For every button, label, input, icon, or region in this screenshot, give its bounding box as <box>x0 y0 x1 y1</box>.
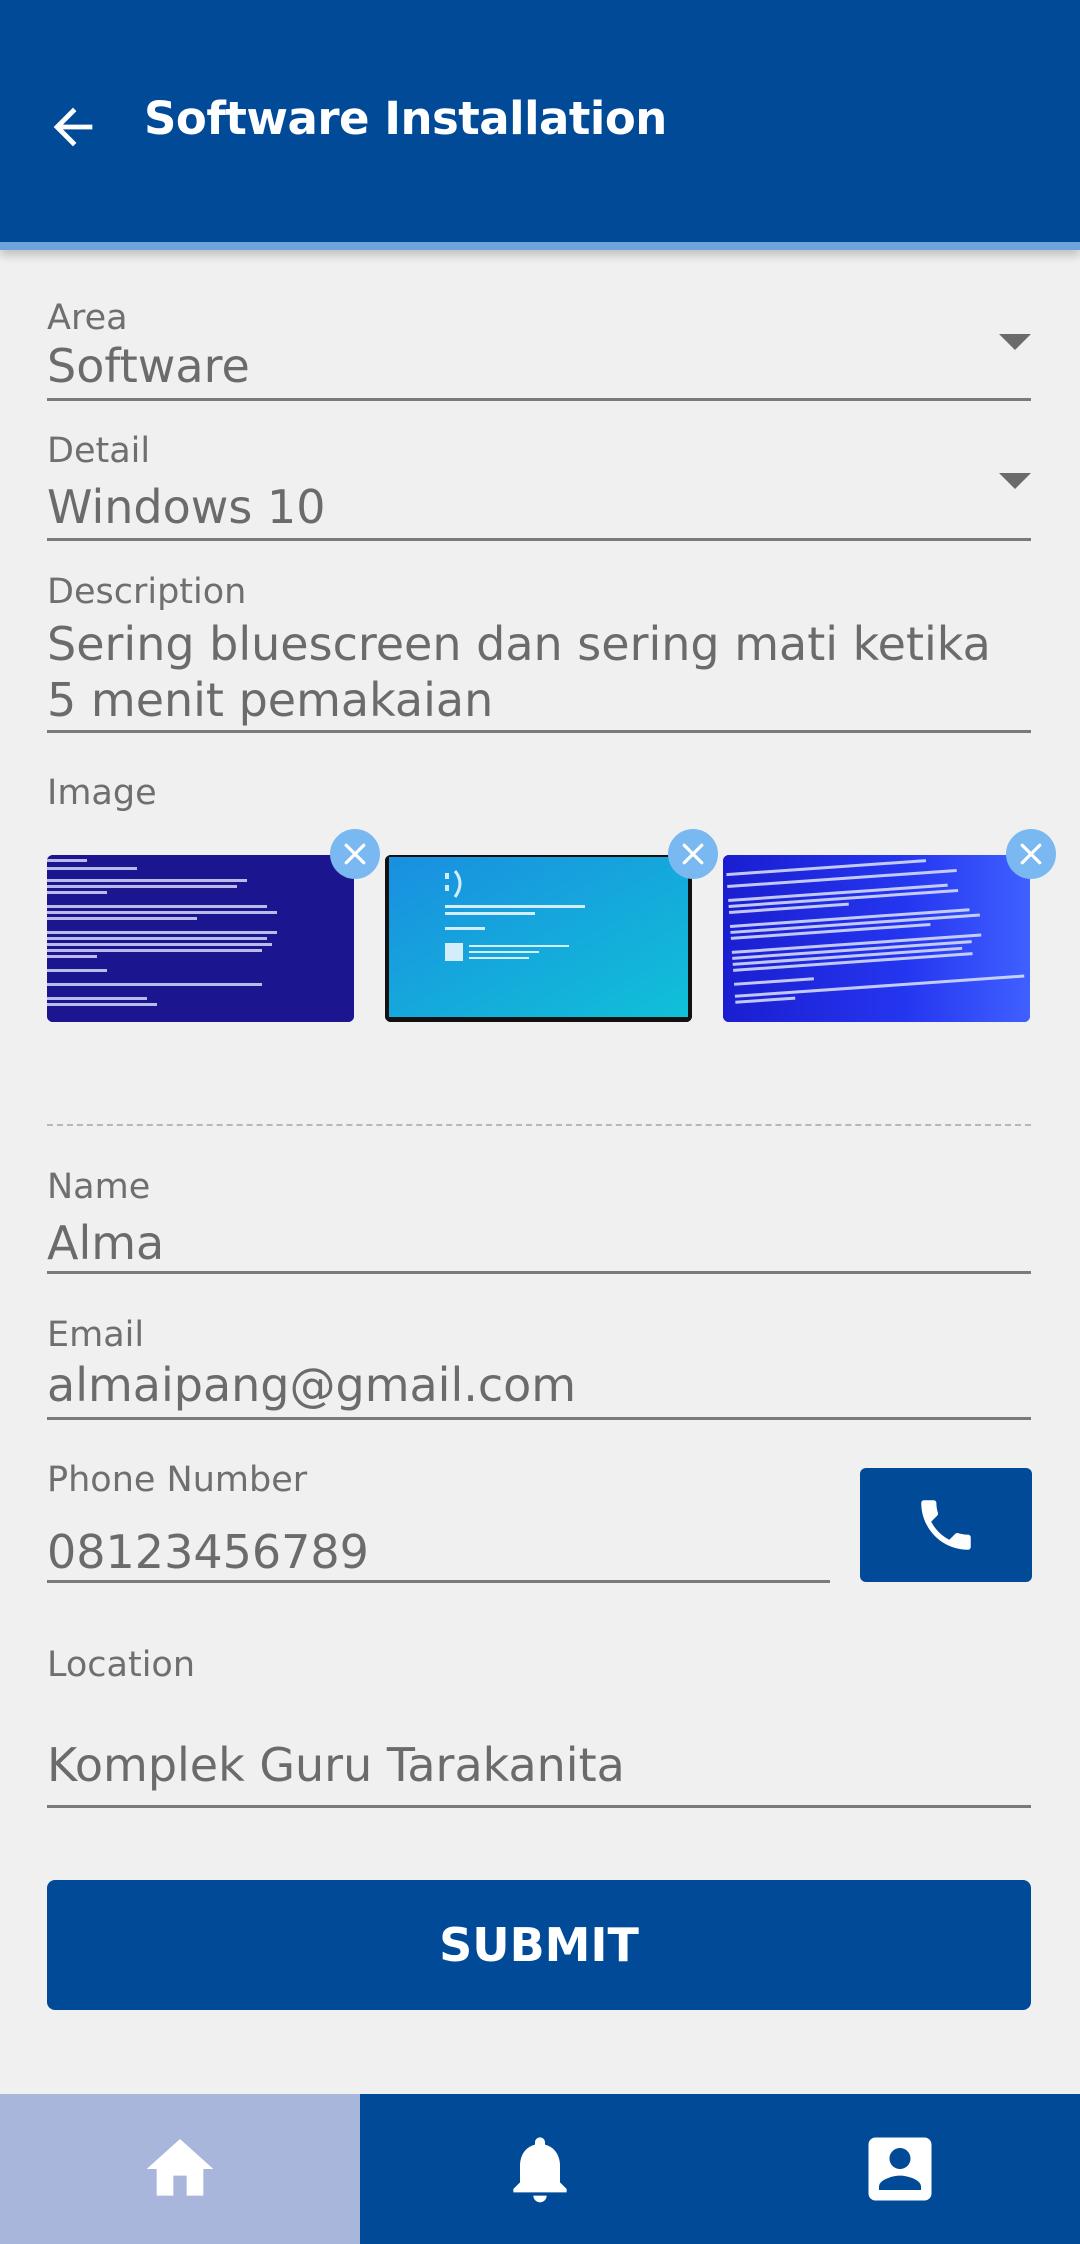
location-field[interactable]: Location Komplek Guru Tarakanita <box>47 1645 1031 1809</box>
location-underline <box>47 1805 1031 1808</box>
phone-underline <box>47 1580 830 1583</box>
email-label: Email <box>47 1315 145 1355</box>
email-underline <box>47 1417 1031 1420</box>
name-field[interactable]: Name Alma <box>47 1167 1031 1275</box>
home-icon <box>146 2139 214 2196</box>
detail-value: Windows 10 <box>47 480 326 534</box>
phone-icon <box>921 1500 971 1550</box>
remove-image-1-button[interactable] <box>330 829 380 879</box>
email-field[interactable]: Email almaipang@gmail.com <box>47 1315 1031 1421</box>
screenshot-thumbnail-2[interactable] <box>385 855 692 1022</box>
description-underline <box>47 730 1031 733</box>
screenshot-thumbnail-1[interactable] <box>47 855 354 1022</box>
phone-label: Phone Number <box>47 1460 308 1500</box>
submit-button[interactable]: SUBMIT <box>47 1880 1031 2010</box>
detail-dropdown[interactable]: Detail Windows 10 <box>47 431 1031 541</box>
area-underline <box>47 398 1031 401</box>
email-value: almaipang@gmail.com <box>47 1358 577 1412</box>
phone-field[interactable]: Phone Number 08123456789 <box>47 1460 830 1584</box>
app-bar: Software Installation <box>0 0 1080 250</box>
arrow-left-icon <box>53 107 93 147</box>
name-label: Name <box>47 1167 151 1207</box>
nav-notifications[interactable] <box>360 2094 720 2244</box>
image-section: Image <box>47 773 1031 813</box>
close-icon <box>1020 843 1042 865</box>
detail-underline <box>47 538 1031 541</box>
location-label: Location <box>47 1645 196 1685</box>
close-icon <box>682 843 704 865</box>
nav-home[interactable] <box>0 2094 360 2244</box>
image-label: Image <box>47 773 157 813</box>
section-divider <box>47 1124 1031 1126</box>
bell-icon <box>513 2137 567 2203</box>
location-value: Komplek Guru Tarakanita <box>47 1738 625 1792</box>
account-box-icon <box>868 2137 932 2201</box>
dropdown-arrow-icon <box>999 334 1031 350</box>
back-button[interactable] <box>44 98 102 156</box>
description-label: Description <box>47 572 247 612</box>
detail-label: Detail <box>47 431 151 471</box>
screenshot-thumbnail-3[interactable] <box>723 855 1030 1022</box>
name-value: Alma <box>47 1216 165 1270</box>
description-line-2: 5 menit pemakaian <box>47 673 494 727</box>
phone-value: 08123456789 <box>47 1525 369 1579</box>
nav-profile[interactable] <box>720 2094 1080 2244</box>
area-value: Software <box>47 339 250 393</box>
name-underline <box>47 1271 1031 1274</box>
page-title: Software Installation <box>144 92 667 145</box>
area-label: Area <box>47 298 128 338</box>
close-icon <box>344 843 366 865</box>
description-line-1: Sering bluescreen dan sering mati ketika <box>47 617 991 671</box>
bottom-navigation <box>0 2094 1080 2244</box>
area-dropdown[interactable]: Area Software <box>47 298 1031 402</box>
remove-image-3-button[interactable] <box>1006 829 1056 879</box>
call-button[interactable] <box>860 1468 1032 1582</box>
remove-image-2-button[interactable] <box>668 829 718 879</box>
description-field[interactable]: Description Sering bluescreen dan sering… <box>47 572 1031 736</box>
dropdown-arrow-icon <box>999 473 1031 489</box>
